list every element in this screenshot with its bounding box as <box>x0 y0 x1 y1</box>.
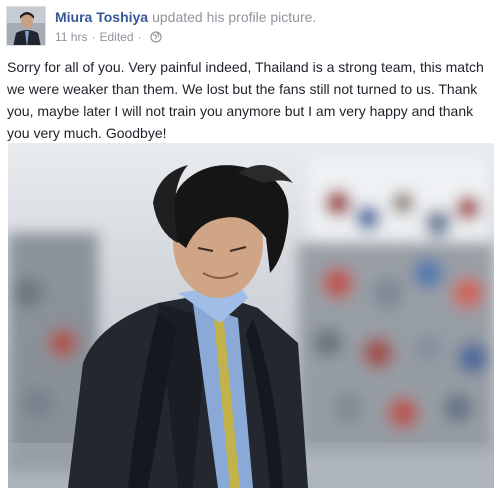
globe-icon[interactable] <box>149 31 162 43</box>
feed-post: Miura Toshiya updated his profile picture… <box>0 0 502 491</box>
post-header: Miura Toshiya updated his profile picture… <box>6 6 486 48</box>
photo-image <box>8 143 494 488</box>
author-name-link[interactable]: Miura Toshiya <box>55 9 148 25</box>
post-title-line: Miura Toshiya updated his profile picture… <box>55 8 485 26</box>
post-meta: Miura Toshiya updated his profile picture… <box>55 8 485 44</box>
avatar-image <box>7 7 45 45</box>
post-photo[interactable] <box>8 143 494 488</box>
post-action-text: updated his profile picture. <box>152 9 317 25</box>
meta-separator-2: · <box>137 30 142 44</box>
post-timestamp[interactable]: 11 hrs <box>55 30 87 44</box>
profile-avatar[interactable] <box>6 6 46 46</box>
post-message: Sorry for all of you. Very painful indee… <box>7 59 484 141</box>
edited-label[interactable]: Edited <box>99 30 133 44</box>
meta-separator: · <box>91 30 96 44</box>
post-subtitle-line: 11 hrs · Edited · <box>55 30 485 44</box>
